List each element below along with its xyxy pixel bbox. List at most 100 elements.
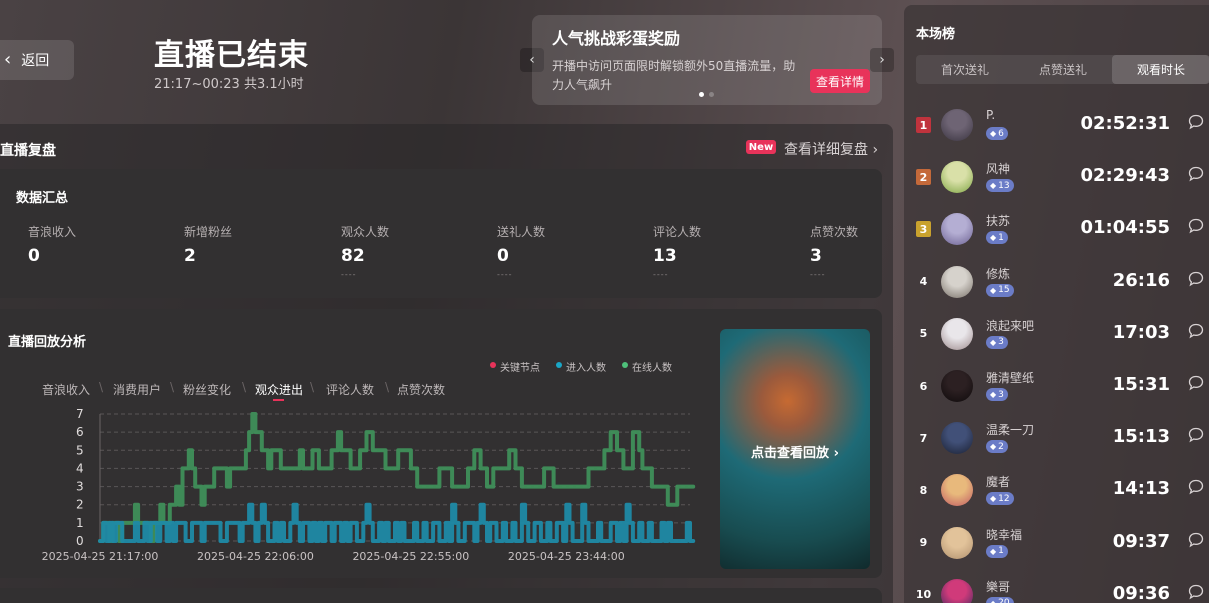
promo-banner[interactable]: 人气挑战彩蛋奖励 开播中访问页面限时解锁额外50直播流量，助力人气飙升 查看详情 [532, 15, 882, 105]
leaderboard-row[interactable]: 4 修炼 ◆ 15 26:16 [904, 260, 1209, 312]
tab-1[interactable]: 消费用户 [113, 381, 161, 398]
tab-separator: \ [99, 380, 104, 394]
avatar[interactable] [941, 422, 973, 455]
avatar[interactable] [941, 578, 973, 603]
avatar[interactable] [941, 213, 973, 246]
tab-separator: \ [242, 380, 247, 394]
view-details-button[interactable]: 查看详情 [810, 69, 870, 93]
legend-dot [556, 362, 562, 368]
new-badge: New [746, 140, 776, 154]
leaderboard-row[interactable]: 10 樂哥 ◆20 09:36 [904, 573, 1209, 603]
chat-bubble-icon[interactable] [1187, 374, 1205, 392]
avatar[interactable] [941, 474, 973, 507]
chat-bubble-icon[interactable] [1187, 113, 1205, 131]
legend-label: 关键节点 [500, 363, 540, 374]
user-name: 风神 [986, 162, 1011, 177]
leaderboard-tab-2[interactable]: 观看时长 [1112, 55, 1209, 84]
chevron-left-icon: ‹ [4, 49, 12, 70]
stat-value: 82 [341, 246, 365, 266]
leaderboard-row[interactable]: 5 浪起来吧 ◆ 3 17:03 [904, 312, 1209, 364]
stat-value: 3 [810, 246, 822, 266]
chat-bubble-icon[interactable] [1187, 217, 1205, 235]
diamond-icon: ◆ [990, 233, 997, 243]
watch-duration: 15:31 [1112, 374, 1170, 395]
chat-bubble-icon[interactable] [1187, 478, 1205, 496]
y-tick-label: 0 [76, 534, 84, 548]
detailed-review-link[interactable]: 查看详细复盘 › [784, 139, 878, 159]
stat-underline: ---- [497, 270, 513, 279]
avatar[interactable] [941, 526, 973, 559]
rank-badge: 3 [916, 221, 931, 238]
watch-duration: 26:16 [1112, 269, 1170, 291]
stat-underline: ---- [653, 270, 669, 279]
leaderboard-tab-1[interactable]: 点赞送礼 [1014, 55, 1112, 84]
stat-value: 0 [28, 246, 40, 266]
leaderboard-row[interactable]: 7 温柔一刀 ◆ 2 15:13 [904, 416, 1209, 468]
level-value: 20 [998, 598, 1009, 603]
promo-description: 开播中访问页面限时解锁额外50直播流量，助力人气飙升 [552, 59, 796, 92]
avatar[interactable] [941, 370, 973, 402]
avatar[interactable] [941, 109, 973, 141]
chat-bubble-icon[interactable] [1187, 322, 1205, 340]
level-badge: ◆ 6 [986, 127, 1008, 140]
legend-dot [622, 362, 628, 368]
chat-bubble-icon[interactable] [1187, 531, 1205, 549]
user-name: P. [986, 108, 996, 122]
level-badge: ◆ 1 [986, 231, 1008, 245]
watch-duration: 17:03 [1112, 321, 1170, 343]
level-badge: ◆ 13 [986, 179, 1014, 193]
chat-bubble-icon[interactable] [1187, 165, 1205, 183]
chat-bubble-icon[interactable] [1187, 270, 1205, 288]
stat-value: 2 [184, 246, 196, 266]
diamond-icon: ◆ [990, 181, 997, 191]
tab-0[interactable]: 音浪收入 [42, 381, 90, 398]
rank-badge: 9 [919, 536, 928, 550]
avatar[interactable] [941, 161, 973, 194]
leaderboard-row[interactable]: 8 魔者 ◆ 12 14:13 [904, 468, 1209, 520]
leaderboard-tab-0[interactable]: 首次送礼 [916, 55, 1014, 84]
level-value: 13 [998, 180, 1010, 191]
level-badge: ◆ 3 [986, 388, 1008, 401]
tab-2[interactable]: 粉丝变化 [183, 381, 231, 398]
level-badge: ◆ 1 [986, 544, 1008, 558]
rank-badge: 4 [919, 275, 928, 289]
avatar[interactable] [941, 265, 973, 298]
carousel-dot[interactable] [709, 92, 714, 97]
chat-bubble-icon[interactable] [1187, 583, 1205, 601]
carousel-next-button[interactable]: › [870, 48, 894, 72]
leaderboard-row[interactable]: 3 扶苏 ◆ 1 01:04:55 [904, 207, 1209, 259]
stat-label: 音浪收入 [28, 225, 77, 239]
tab-5[interactable]: 点赞次数 [397, 381, 445, 398]
leaderboard-row[interactable]: 9 晓幸福 ◆ 1 09:37 [904, 521, 1209, 573]
rank-badge: 10 [915, 588, 932, 602]
stat-label: 送礼人数 [497, 225, 546, 239]
stat-label: 点赞次数 [810, 225, 859, 239]
y-tick-label: 1 [76, 516, 84, 530]
avatar[interactable] [941, 317, 973, 350]
level-value: 1 [998, 232, 1004, 243]
leaderboard-title: 本场榜 [916, 27, 956, 42]
y-tick-label: 3 [76, 480, 84, 494]
next-section-card [0, 588, 882, 603]
leaderboard-row[interactable]: 6 雅清壁纸 ◆ 3 15:31 [904, 364, 1209, 416]
user-name: 雅清壁纸 [986, 371, 1035, 385]
tab-3[interactable]: 观众进出 [255, 381, 303, 398]
stat-value: 0 [497, 246, 509, 266]
diamond-icon: ◆ [990, 337, 997, 347]
tab-4[interactable]: 评论人数 [326, 381, 374, 398]
chat-bubble-icon[interactable] [1187, 426, 1205, 444]
watch-duration: 09:37 [1112, 530, 1170, 552]
playback-card[interactable]: 点击查看回放 › [720, 329, 870, 569]
user-name: 扶苏 [986, 214, 1011, 229]
level-badge: ◆20 [986, 596, 1014, 603]
leaderboard-row[interactable]: 2 风神 ◆ 13 02:29:43 [904, 155, 1209, 207]
leaderboard-row[interactable]: 1 P. ◆ 6 02:52:31 [904, 103, 1209, 155]
watch-duration: 15:13 [1112, 426, 1170, 448]
stat-label: 观众人数 [341, 225, 390, 239]
promo-title: 人气挑战彩蛋奖励 [552, 29, 681, 48]
summary-title: 数据汇总 [16, 191, 69, 206]
back-button[interactable]: ‹ 返回 [0, 40, 74, 80]
stat-label: 新增粉丝 [184, 225, 233, 239]
page-title: 直播已结束 [154, 38, 309, 73]
carousel-dot-active[interactable] [699, 92, 704, 97]
